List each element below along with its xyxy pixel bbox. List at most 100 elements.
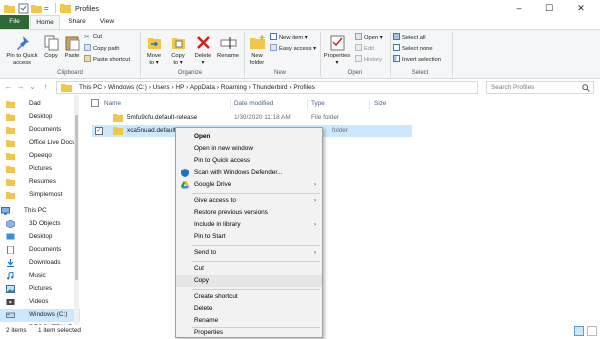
edit-button[interactable]: Edit	[355, 44, 374, 53]
menu-label: Restore previous versions	[194, 209, 268, 216]
menu-item-rename[interactable]: Rename	[176, 315, 322, 327]
nav-item-videos[interactable]: Videos	[0, 296, 80, 309]
nav-item-opeeqo[interactable]: Opeeqo	[0, 150, 80, 163]
nav-item-windows-c[interactable]: Windows (C:)	[0, 309, 80, 322]
large-icons-view-button[interactable]	[587, 326, 597, 336]
tab-file[interactable]: File	[0, 15, 29, 29]
row-checkbox[interactable]: ✓	[95, 127, 103, 135]
nav-item-simplemost[interactable]: Simplemost	[0, 189, 80, 202]
column-header-size[interactable]: Size	[374, 100, 386, 107]
new-folder-icon	[249, 35, 265, 49]
menu-divider	[192, 261, 320, 262]
select-all-button[interactable]: Select all	[393, 33, 426, 42]
menu-item-scan-defender[interactable]: Scan with Windows Defender...	[176, 167, 322, 179]
menu-item-delete[interactable]: Delete	[176, 303, 322, 315]
nav-item-label: Downloads	[29, 259, 61, 266]
new-folder-button[interactable]: New folder	[247, 34, 267, 66]
select-all-checkbox[interactable]	[91, 99, 99, 107]
open-group-label: Open	[347, 70, 363, 76]
new-item-button[interactable]: New item ▾	[270, 33, 308, 42]
pin-label-2: access	[12, 59, 32, 66]
divider[interactable]	[369, 99, 370, 109]
nav-item-documents[interactable]: Documents	[0, 244, 80, 257]
copy-button[interactable]: Copy	[42, 34, 60, 60]
nav-item-desktop[interactable]: Desktop	[0, 231, 80, 244]
copy-to-icon	[171, 38, 185, 49]
menu-item-open-new-window[interactable]: Open in new window	[176, 143, 322, 155]
history-label: History	[364, 57, 383, 63]
up-button[interactable]: ↑	[40, 81, 51, 93]
delete-button[interactable]: Delete ▾	[192, 34, 214, 66]
copy-icon	[44, 35, 58, 51]
forward-button[interactable]: →	[15, 81, 26, 93]
nav-item-music[interactable]: Music	[0, 270, 80, 283]
paste-shortcut-button[interactable]: Paste shortcut	[84, 55, 130, 64]
tab-view[interactable]: View	[93, 15, 121, 29]
invert-selection-button[interactable]: Invert selection	[393, 55, 441, 64]
menu-item-cut[interactable]: Cut	[176, 263, 322, 275]
back-button[interactable]: ←	[3, 81, 14, 93]
menu-item-copy[interactable]: Copy	[176, 275, 322, 287]
customize-quick-access-icon[interactable]: =	[44, 3, 55, 14]
address-bar[interactable]: This PC › Windows (C:) › Users › HP › Ap…	[56, 81, 530, 94]
tab-home[interactable]: Home	[30, 15, 60, 29]
menu-item-give-access[interactable]: Give access to ›	[176, 195, 322, 207]
menu-item-pin-start[interactable]: Pin to Start	[176, 231, 322, 243]
new-item-label: New item ▾	[279, 35, 308, 41]
tab-share[interactable]: Share	[62, 15, 92, 29]
column-header-name[interactable]: Name	[104, 100, 121, 107]
open-button[interactable]: Open ▾	[355, 33, 383, 42]
menu-item-properties[interactable]: Properties	[176, 327, 322, 339]
properties-quick-icon[interactable]	[18, 3, 29, 14]
copy-path-button[interactable]: Copy path	[84, 44, 119, 53]
nav-item-dad[interactable]: Dad	[0, 98, 80, 111]
nav-item-pictures[interactable]: Pictures	[0, 283, 80, 296]
column-header-date[interactable]: Date modified	[234, 100, 273, 107]
divider[interactable]	[230, 99, 231, 109]
move-to-button[interactable]: Move to ▾	[144, 34, 164, 66]
3d-icon	[6, 220, 15, 228]
menu-item-pin-quick-access[interactable]: Pin to Quick access	[176, 155, 322, 167]
nav-item-label: Pictures	[29, 285, 53, 292]
recent-locations-button[interactable]: ⌄	[27, 81, 38, 93]
menu-label: Create shortcut	[194, 293, 238, 300]
properties-button[interactable]: Properties ▾	[322, 34, 352, 66]
menu-item-create-shortcut[interactable]: Create shortcut	[176, 291, 322, 303]
column-header-type[interactable]: Type	[311, 100, 325, 107]
nav-item-office-live-docu[interactable]: Office Live Docu	[0, 137, 80, 150]
menu-item-open[interactable]: Open	[176, 131, 322, 143]
file-name: 5mfu9cfu.default-release	[127, 114, 198, 121]
menu-item-include-library[interactable]: Include in library ›	[176, 219, 322, 231]
history-button[interactable]: History	[355, 55, 382, 64]
nav-item-downloads[interactable]: Downloads	[0, 257, 80, 270]
select-group-label: Select	[411, 70, 429, 76]
paste-label: Paste	[64, 53, 80, 59]
scrollbar-thumb[interactable]	[75, 115, 78, 280]
nav-item-desktop[interactable]: Desktop	[0, 111, 80, 124]
paste-button[interactable]: Paste	[62, 34, 82, 60]
clipboard-group-label: Clipboard	[57, 70, 83, 76]
nav-item-pictures[interactable]: Pictures	[0, 163, 80, 176]
search-input[interactable]: Search Profiles	[486, 81, 594, 94]
nav-item-resumes[interactable]: Resumes	[0, 176, 80, 189]
cut-button[interactable]: ✂ Cut	[84, 33, 102, 42]
copy-to-button[interactable]: Copy to ▾	[168, 34, 188, 66]
nav-scrollbar[interactable]	[74, 95, 79, 325]
select-none-button[interactable]: Select none	[393, 44, 433, 53]
folder-icon	[6, 153, 15, 160]
menu-item-send-to[interactable]: Send to ›	[176, 247, 322, 259]
nav-item-3d-objects[interactable]: 3D Objects	[0, 218, 80, 231]
pin-to-quick-access-button[interactable]: Pin to Quick access	[2, 34, 42, 66]
new-folder-quick-icon[interactable]	[31, 3, 42, 14]
details-view-button[interactable]	[574, 326, 584, 336]
rename-button[interactable]: Rename	[215, 34, 241, 60]
menu-item-google-drive[interactable]: Google Drive ›	[176, 179, 322, 191]
divider[interactable]	[307, 99, 308, 109]
menu-divider	[192, 193, 320, 194]
easy-access-button[interactable]: Easy access ▾	[270, 44, 316, 53]
table-row[interactable]: 5mfu9cfu.default-release 1/30/2020 11:18 …	[92, 112, 412, 124]
nav-item-documents[interactable]: Documents	[0, 124, 80, 137]
nav-item-this-pc[interactable]: This PC	[0, 205, 80, 218]
open-icon	[355, 33, 362, 40]
menu-item-restore-versions[interactable]: Restore previous versions	[176, 207, 322, 219]
